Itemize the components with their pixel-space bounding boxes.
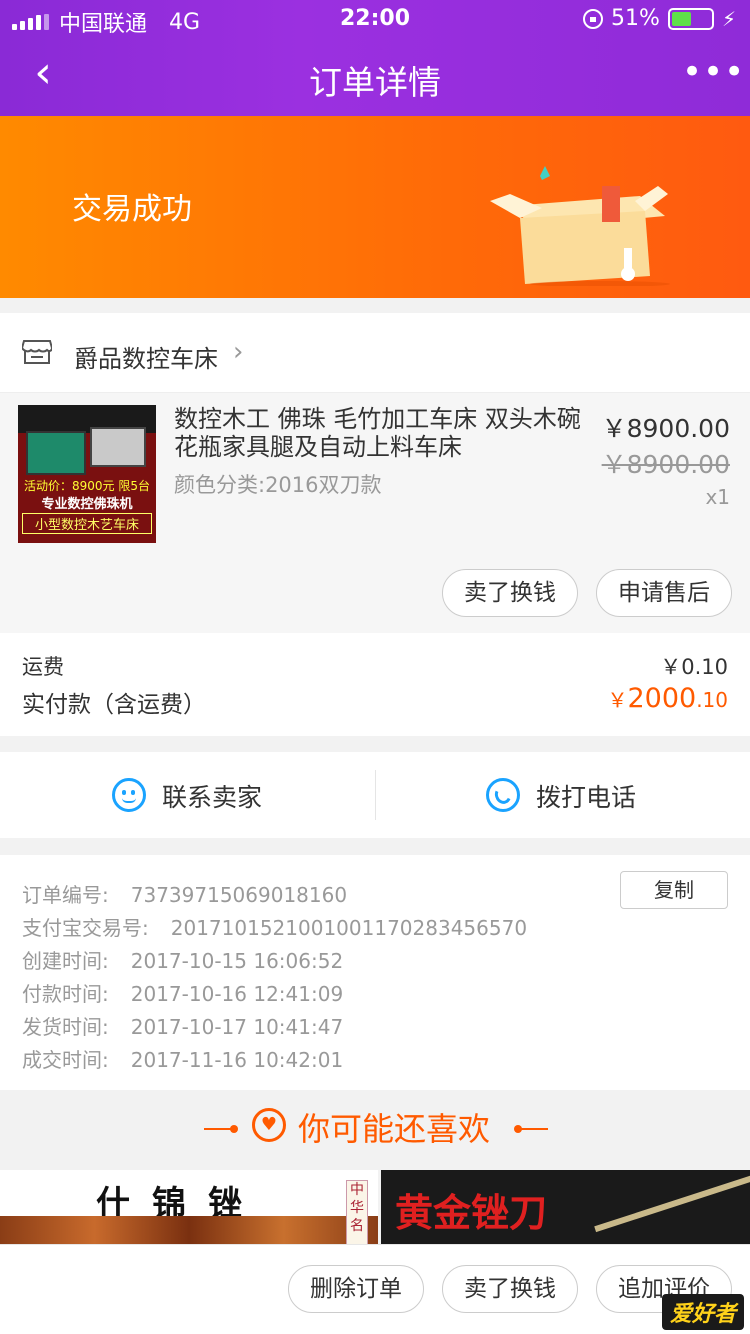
divider xyxy=(230,1125,238,1133)
call-button[interactable]: 拨打电话 xyxy=(376,752,750,838)
order-detail-page: 中国联通 4G 22:00 51% ⚡ ‹ 订单详情 ••• 交易成功 爵品数控… xyxy=(0,0,750,1334)
thumb-line1: 专业数控佛珠机 xyxy=(41,497,133,512)
shipping-value: ￥0.10 xyxy=(660,655,728,679)
info-label: 成交时间: xyxy=(22,1048,109,1072)
product-thumbnail[interactable]: 活动价：8900元 限5台 专业数控佛珠机 小型数控木艺车床 xyxy=(18,405,156,543)
nav-bar: ‹ 订单详情 ••• xyxy=(0,40,750,116)
bottom-action-bar: 删除订单 卖了换钱 追加评价 爱好者 xyxy=(0,1244,750,1334)
order-status-banner: 交易成功 xyxy=(0,116,750,298)
info-row: 付款时间: 2017-10-16 12:41:09 xyxy=(22,978,343,1007)
paid-amount: ￥2000.10 xyxy=(607,683,728,714)
info-row: 支付宝交易号: 2017101521001001170283456570 xyxy=(22,912,527,941)
watermark-logo: 爱好者 xyxy=(661,1294,744,1330)
copy-button[interactable]: 复制 xyxy=(620,871,728,909)
info-label: 发货时间: xyxy=(22,1015,109,1039)
shipped-time: 2017-10-17 10:41:47 xyxy=(130,1015,344,1039)
completed-time: 2017-11-16 10:42:01 xyxy=(130,1048,344,1072)
header: 中国联通 4G 22:00 51% ⚡ ‹ 订单详情 ••• xyxy=(0,0,750,116)
order-totals: 运费 ￥0.10 实付款（含运费） ￥2000.10 xyxy=(0,633,750,736)
sell-button[interactable]: 卖了换钱 xyxy=(442,1265,578,1313)
chat-icon xyxy=(112,778,146,812)
info-label: 支付宝交易号: xyxy=(22,916,149,940)
recommend-title: 你可能还喜欢 xyxy=(298,1110,491,1148)
page-title: 订单详情 xyxy=(309,63,441,102)
order-item[interactable]: 活动价：8900元 限5台 专业数控佛珠机 小型数控木艺车床 数控木工 佛珠 毛… xyxy=(0,393,750,633)
product-price: ￥8900.00 xyxy=(601,414,730,443)
more-icon[interactable]: ••• xyxy=(682,50,744,100)
sell-button[interactable]: 卖了换钱 xyxy=(442,569,578,617)
battery-percent: 51% xyxy=(611,6,660,31)
order-info: 订单编号: 73739715069018160 支付宝交易号: 2017101521… xyxy=(0,855,750,1090)
phone-icon xyxy=(486,778,520,812)
shipping-label: 运费 xyxy=(22,655,64,679)
info-row: 创建时间: 2017-10-15 16:06:52 xyxy=(22,945,343,974)
battery-icon xyxy=(667,7,714,30)
divider xyxy=(204,1128,232,1130)
paid-decimal: .10 xyxy=(696,688,728,712)
info-row: 发货时间: 2017-10-17 10:41:47 xyxy=(22,1011,343,1040)
shop-row[interactable]: 爵品数控车床 › xyxy=(0,313,750,393)
heart-icon: ♥ xyxy=(252,1108,286,1142)
status-bar: 中国联通 4G 22:00 51% ⚡ xyxy=(0,0,750,40)
delete-order-button[interactable]: 删除订单 xyxy=(288,1265,424,1313)
contact-bar: 联系卖家 拨打电话 xyxy=(0,752,750,838)
call-label: 拨打电话 xyxy=(536,783,637,812)
divider xyxy=(520,1128,548,1130)
contact-seller-label: 联系卖家 xyxy=(162,783,263,812)
rotation-lock-icon xyxy=(583,8,604,29)
status-right: 51% ⚡ xyxy=(583,6,736,31)
paid-currency: ￥ xyxy=(607,688,628,712)
info-label: 创建时间: xyxy=(22,949,109,973)
product-sku: 颜色分类:2016双刀款 xyxy=(174,473,382,497)
created-time: 2017-10-15 16:06:52 xyxy=(130,949,344,973)
seal-label: 中华名 xyxy=(346,1180,368,1250)
info-row: 订单编号: 73739715069018160 xyxy=(22,879,347,908)
contact-seller-button[interactable]: 联系卖家 xyxy=(0,752,375,838)
paid-time: 2017-10-16 12:41:09 xyxy=(130,982,344,1006)
charging-icon: ⚡ xyxy=(721,6,736,31)
chevron-right-icon: › xyxy=(233,337,244,367)
recommend-right-title: 黄金锉刀 xyxy=(395,1191,548,1235)
thumb-promo-text: 活动价：8900元 限5台 xyxy=(24,479,150,493)
alipay-number: 2017101521001001170283456570 xyxy=(170,916,528,940)
paid-main: 2000 xyxy=(627,683,697,714)
recommend-item-left[interactable]: 什锦锉 中华名 xyxy=(0,1170,378,1250)
info-label: 订单编号: xyxy=(22,883,109,907)
order-status-text: 交易成功 xyxy=(72,192,192,227)
info-row: 成交时间: 2017-11-16 10:42:01 xyxy=(22,1044,343,1073)
shop-name: 爵品数控车床 xyxy=(74,345,218,373)
gift-box-icon xyxy=(490,166,670,286)
product-original-price: ￥8900.00 xyxy=(601,450,730,479)
product-title[interactable]: 数控木工 佛珠 毛竹加工车床 双头木碗花瓶家具腿及自动上料车床 xyxy=(174,405,594,461)
recommend-header: ♥ 你可能还喜欢 xyxy=(0,1090,750,1170)
store-icon xyxy=(22,340,52,364)
product-quantity: x1 xyxy=(705,485,730,509)
recommend-item-right[interactable]: 黄金锉刀 xyxy=(381,1170,750,1250)
product-image xyxy=(594,1173,750,1233)
after-sale-button[interactable]: 申请售后 xyxy=(596,569,732,617)
paid-label: 实付款（含运费） xyxy=(22,692,206,718)
info-label: 付款时间: xyxy=(22,982,109,1006)
thumb-line2: 小型数控木艺车床 xyxy=(22,513,152,534)
order-number: 73739715069018160 xyxy=(130,883,348,907)
